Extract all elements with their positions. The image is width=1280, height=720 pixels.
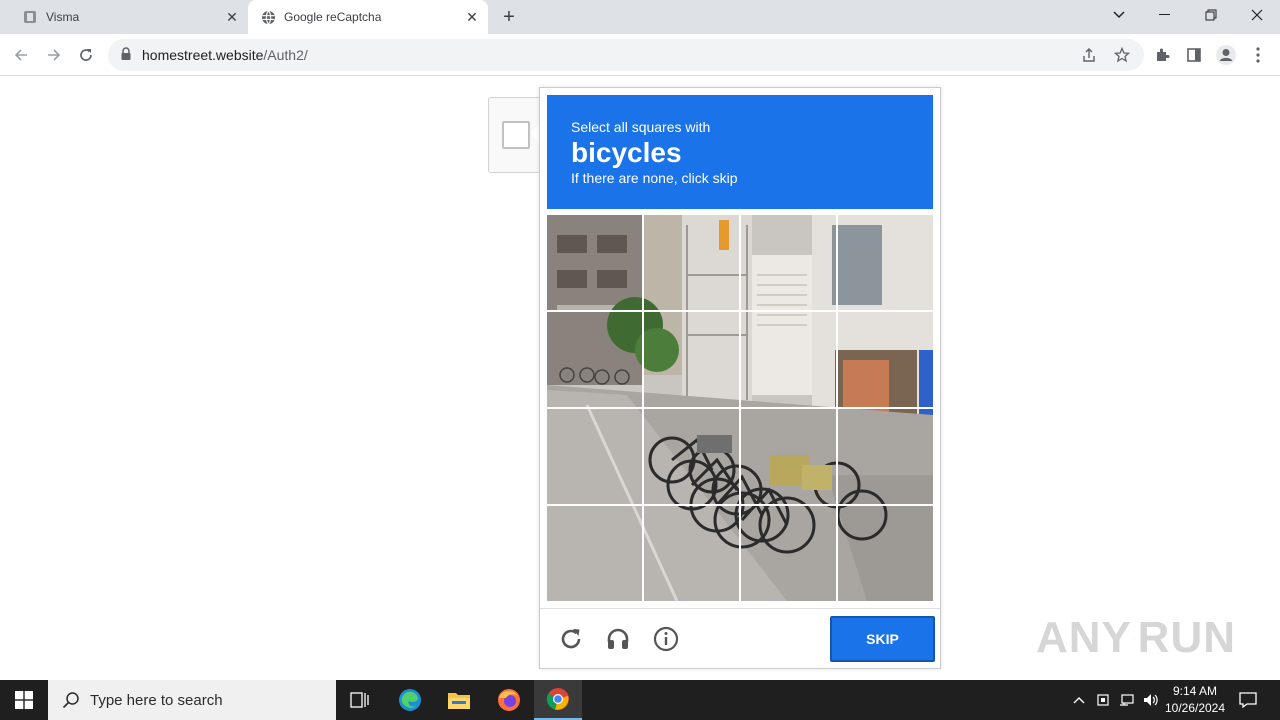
- target-keyword: bicycles: [571, 137, 682, 168]
- reload-icon[interactable]: [73, 42, 99, 68]
- minimize-button[interactable]: [1142, 0, 1188, 30]
- tile-photo: [547, 215, 642, 310]
- taskbar-tray-icon[interactable]: [1092, 680, 1114, 720]
- recaptcha-challenge: Select all squares with bicycles If ther…: [539, 87, 941, 669]
- audio-icon[interactable]: [603, 624, 633, 654]
- windows-taskbar: Type here to search 9:14 AM 10/26/2024: [0, 680, 1280, 720]
- close-tab-icon[interactable]: ✕: [224, 9, 240, 25]
- globe-icon: [260, 9, 276, 25]
- clock-date: 10/26/2024: [1164, 701, 1226, 715]
- skip-hint: If there are none, click skip: [571, 170, 738, 186]
- tile-photo: [741, 506, 836, 601]
- close-window-button[interactable]: [1234, 0, 1280, 30]
- tile-photo: [838, 409, 933, 504]
- captcha-tile[interactable]: [838, 215, 933, 310]
- network-icon[interactable]: [1116, 680, 1138, 720]
- play-logo-icon: [1134, 637, 1136, 639]
- watermark-left-text: ANY: [1036, 613, 1132, 662]
- chrome-icon[interactable]: [534, 680, 582, 720]
- tile-photo: [644, 215, 739, 310]
- share-icon[interactable]: [1078, 44, 1100, 66]
- system-clock[interactable]: 9:14 AM 10/26/2024: [1160, 683, 1230, 717]
- tile-photo: [644, 312, 739, 407]
- close-tab-icon[interactable]: ✕: [464, 9, 480, 25]
- tile-photo: [838, 215, 933, 310]
- url-text[interactable]: homestreet.website/Auth2/: [142, 47, 308, 63]
- url-path: /Auth2/: [263, 47, 308, 63]
- search-placeholder: Type here to search: [90, 691, 223, 709]
- captcha-tile[interactable]: [547, 312, 642, 407]
- restore-button[interactable]: [1188, 0, 1234, 30]
- menu-icon[interactable]: [1245, 42, 1271, 68]
- challenge-header: Select all squares with bicycles If ther…: [547, 95, 933, 209]
- tile-photo: [547, 506, 642, 601]
- watermark-right-text: RUN: [1137, 613, 1236, 662]
- star-icon[interactable]: [1111, 44, 1133, 66]
- tile-photo: [547, 409, 642, 504]
- tile-photo: [644, 506, 739, 601]
- captcha-tile[interactable]: [547, 409, 642, 504]
- footer-divider: [540, 608, 940, 609]
- recaptcha-checkbox[interactable]: [502, 121, 530, 149]
- captcha-tile[interactable]: [547, 215, 642, 310]
- tile-photo: [644, 409, 739, 504]
- captcha-tile[interactable]: [741, 215, 836, 310]
- back-icon[interactable]: [8, 42, 34, 68]
- captcha-tile[interactable]: [644, 506, 739, 601]
- side-panel-icon[interactable]: [1181, 42, 1207, 68]
- captcha-tile[interactable]: [838, 312, 933, 407]
- captcha-tile[interactable]: [644, 215, 739, 310]
- show-hidden-icons-chevron-up-icon[interactable]: [1068, 680, 1090, 720]
- browser-toolbar: homestreet.website/Auth2/: [0, 34, 1280, 76]
- tile-photo: [838, 506, 933, 601]
- edge-browser-icon[interactable]: [386, 680, 434, 720]
- captcha-tile[interactable]: [741, 409, 836, 504]
- captcha-tile[interactable]: [644, 312, 739, 407]
- image-grid: [547, 215, 933, 601]
- file-explorer-icon[interactable]: [435, 680, 483, 720]
- address-bar[interactable]: homestreet.website/Auth2/: [108, 39, 1144, 71]
- tile-photo: [838, 312, 933, 407]
- tab-strip: Visma ✕ Google reCaptcha ✕ +: [0, 0, 1280, 34]
- instruction-text: Select all squares with: [571, 119, 711, 135]
- lock-icon[interactable]: [120, 47, 134, 63]
- tile-photo: [547, 312, 642, 407]
- forward-icon[interactable]: [41, 42, 67, 68]
- extensions-icon[interactable]: [1149, 42, 1175, 68]
- notifications-icon[interactable]: [1234, 680, 1262, 720]
- tile-photo: [741, 409, 836, 504]
- taskbar-search-box[interactable]: Type here to search: [48, 680, 336, 720]
- captcha-tile[interactable]: [547, 506, 642, 601]
- info-icon[interactable]: [651, 624, 681, 654]
- tile-photo: [741, 312, 836, 407]
- anyrun-watermark: ANY RUN: [1036, 606, 1236, 670]
- tab-title: Visma: [46, 10, 80, 24]
- tab-google-recaptcha[interactable]: Google reCaptcha ✕: [248, 0, 488, 34]
- task-view-icon[interactable]: [336, 680, 384, 720]
- tab-search-chevron-down-icon[interactable]: [1096, 0, 1142, 30]
- captcha-tile[interactable]: [644, 409, 739, 504]
- search-icon: [62, 692, 79, 709]
- captcha-tile[interactable]: [741, 506, 836, 601]
- visma-favicon-icon: [22, 9, 38, 25]
- windows-start-icon[interactable]: [0, 680, 48, 720]
- tile-photo: [741, 215, 836, 310]
- new-tab-button[interactable]: +: [498, 6, 520, 28]
- url-host: homestreet.website: [142, 47, 264, 63]
- clock-time: 9:14 AM: [1172, 684, 1218, 698]
- captcha-tile[interactable]: [741, 312, 836, 407]
- captcha-tile[interactable]: [838, 409, 933, 504]
- captcha-tile[interactable]: [838, 506, 933, 601]
- reload-challenge-icon[interactable]: [556, 624, 586, 654]
- tab-title: Google reCaptcha: [284, 10, 382, 24]
- profile-icon[interactable]: [1213, 42, 1239, 68]
- skip-button[interactable]: SKIP: [830, 616, 935, 662]
- tab-visma[interactable]: Visma ✕: [8, 0, 248, 34]
- volume-icon[interactable]: [1140, 680, 1162, 720]
- firefox-icon[interactable]: [485, 680, 533, 720]
